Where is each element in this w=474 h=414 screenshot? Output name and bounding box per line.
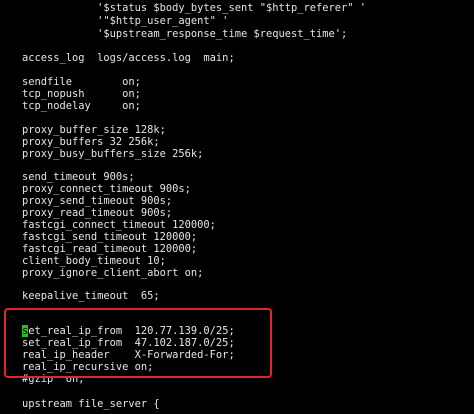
config-line: '$status $body_bytes_sent "$http_referer… bbox=[22, 2, 367, 14]
config-line: proxy_ignore_client_abort on; bbox=[22, 267, 204, 279]
highlight-annotation-box bbox=[4, 308, 272, 378]
config-line: access_log logs/access.log main; bbox=[22, 52, 235, 64]
config-line: '"$http_user_agent" ' bbox=[22, 15, 229, 27]
terminal-window[interactable]: '$status $body_bytes_sent "$http_referer… bbox=[0, 0, 474, 414]
config-line: upstream file_server { bbox=[22, 398, 160, 410]
config-line: proxy_busy_buffers_size 256k; bbox=[22, 148, 204, 160]
config-line: '$upstream_response_time $request_time'; bbox=[22, 28, 348, 40]
config-line: tcp_nodelay on; bbox=[22, 100, 141, 112]
config-line: keepalive_timeout 65; bbox=[22, 290, 160, 302]
